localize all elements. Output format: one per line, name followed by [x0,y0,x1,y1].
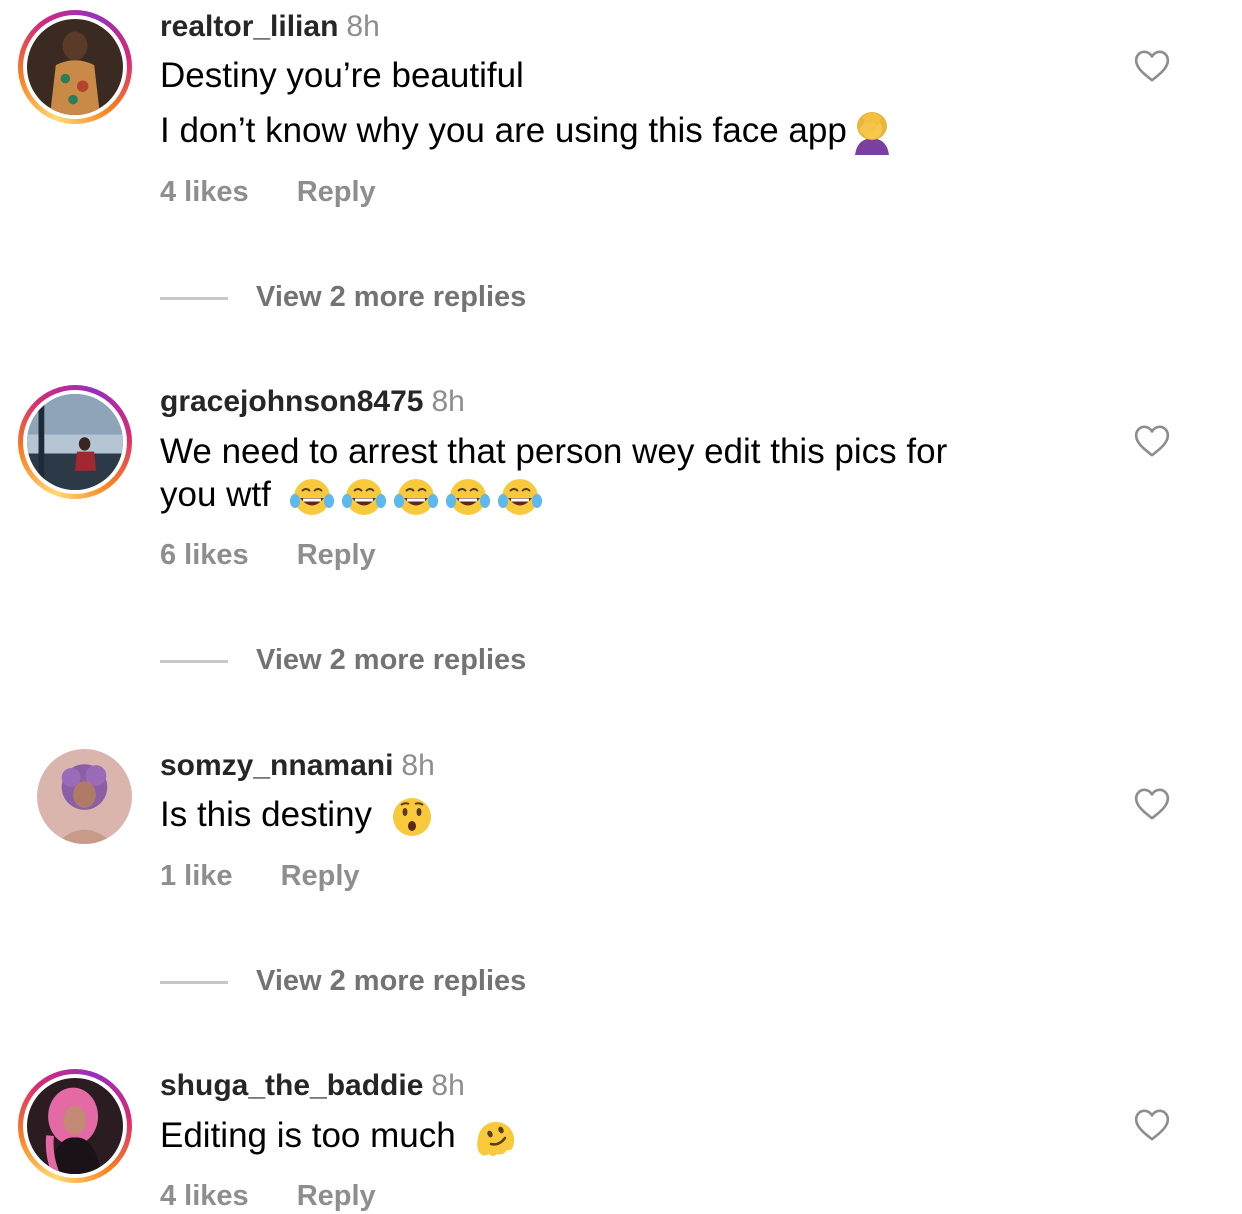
comment-actions: 6 likes Reply [160,537,376,573]
likes-count[interactable]: 4 likes [160,1180,249,1212]
comment-text-line: Is this destiny [160,794,434,838]
view-more-replies-label: View 2 more replies [256,281,527,313]
username[interactable]: shuga_the_baddie [160,1069,423,1102]
username[interactable]: somzy_nnamani [160,749,393,782]
view-more-replies-button[interactable]: View 2 more replies [160,279,526,315]
comment-header: somzy_nnamani 8h [160,748,435,784]
comment-text: Editing is too much [160,1116,456,1155]
heart-outline-icon[interactable] [1132,46,1172,86]
comment-text: Is this destiny [160,795,373,834]
comment-actions: 4 likes Reply [160,1178,376,1214]
avatar[interactable] [37,749,132,844]
avatar-photo [27,1078,123,1174]
likes-count[interactable]: 1 like [160,860,233,892]
comment-text-line-2: I don’t know why you are using this face… [160,110,895,155]
reply-button[interactable]: Reply [297,176,376,208]
comment-text-line: We need to arrest that person wey edit t… [160,432,948,471]
heart-outline-icon[interactable] [1132,1105,1172,1145]
divider-line [160,296,228,300]
comment-text-line: Editing is too much [160,1115,519,1160]
avatar-photo [27,394,123,490]
likes-count[interactable]: 4 likes [160,176,249,208]
comment-actions: 1 like Reply [160,858,360,894]
timestamp: 8h [346,10,380,43]
timestamp: 8h [431,385,465,418]
avatar-photo [37,749,132,844]
face-with-tears-of-joy-emoji-icon [393,477,439,517]
avatar[interactable] [18,1069,132,1183]
comment-text: you wtf [160,475,271,514]
divider-line [160,659,228,663]
view-more-replies-button[interactable]: View 2 more replies [160,642,526,678]
face-with-tears-of-joy-emoji-icon [497,477,543,517]
avatar[interactable] [18,10,132,124]
reply-button[interactable]: Reply [297,539,376,571]
view-more-replies-label: View 2 more replies [256,644,527,676]
comment-actions: 4 likes Reply [160,174,376,210]
timestamp: 8h [431,1069,465,1102]
face-with-tears-of-joy-emoji-icon [289,477,335,517]
heart-outline-icon[interactable] [1132,784,1172,824]
reply-button[interactable]: Reply [281,860,360,892]
comment-header: shuga_the_baddie 8h [160,1068,465,1104]
likes-count[interactable]: 6 likes [160,539,249,571]
comment-text-line-2: you wtf [160,474,543,517]
avatar[interactable] [18,385,132,499]
timestamp: 8h [401,749,435,782]
comment-text: I don’t know why you are using this face… [160,111,847,150]
comment-text-line: Destiny you’re beautiful [160,56,524,95]
comment-header: gracejohnson8475 8h [160,384,465,420]
face-with-tears-of-joy-emoji-icon [445,477,491,517]
avatar-photo [27,19,123,115]
reply-button[interactable]: Reply [297,1180,376,1212]
heart-outline-icon[interactable] [1132,421,1172,461]
username[interactable]: gracejohnson8475 [160,385,423,418]
divider-line [160,980,228,984]
woman-facepalming-emoji-icon [849,111,895,155]
username[interactable]: realtor_lilian [160,10,338,43]
view-more-replies-label: View 2 more replies [256,965,527,997]
view-more-replies-button[interactable]: View 2 more replies [160,963,526,999]
hushed-face-emoji-icon [390,796,434,838]
face-with-tears-of-joy-emoji-icon [341,477,387,517]
comment-header: realtor_lilian 8h [160,9,380,45]
melting-face-emoji-icon [473,1116,519,1160]
